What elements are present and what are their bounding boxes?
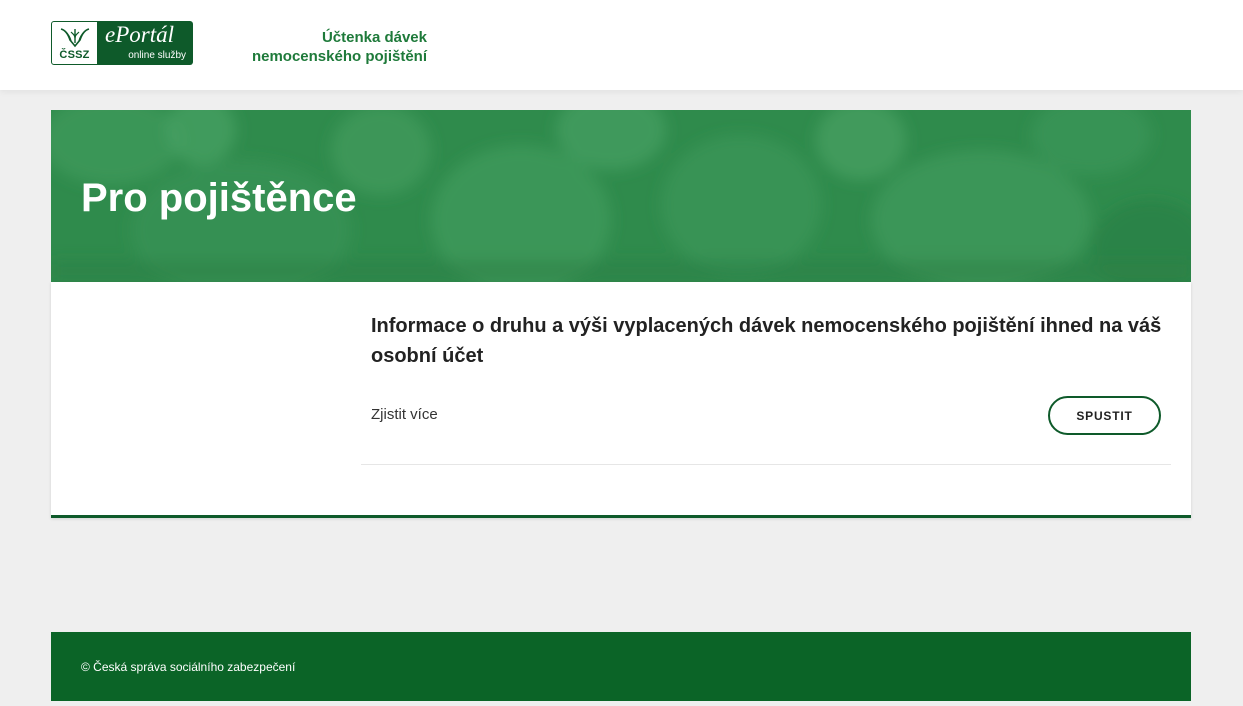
- run-button[interactable]: SPUSTIT: [1048, 396, 1161, 435]
- eportal-logo: ePortál online služby: [98, 21, 193, 65]
- logo-org-abbr: ČSSZ: [59, 49, 90, 61]
- logo-portal-name: ePortál: [105, 22, 174, 47]
- app-title-line1: Účtenka dávek: [321, 29, 427, 46]
- service-card: Informace o druhu a výši vyplacených dáv…: [51, 282, 1191, 518]
- logo-portal-sub: online služby: [128, 50, 186, 61]
- app-title: Účtenka dávek nemocenského pojištění: [236, 28, 427, 66]
- card-divider: [361, 464, 1171, 465]
- hero-title: Pro pojištěnce: [81, 176, 357, 220]
- hero-banner: Pro pojištěnce: [51, 110, 1191, 282]
- eportal-logo-link[interactable]: ČSSZ ePortál online služby: [51, 21, 193, 65]
- learn-more-link[interactable]: Zjistit více: [371, 406, 438, 423]
- site-header: ČSSZ ePortál online služby Účtenka dávek…: [0, 0, 1243, 90]
- service-title: Informace o druhu a výši vyplacených dáv…: [371, 315, 1162, 367]
- site-footer: © Česká správa sociálního zabezpečení: [51, 632, 1191, 701]
- app-title-line2: nemocenského pojištění: [251, 48, 427, 65]
- cssz-logo: ČSSZ: [51, 21, 98, 65]
- footer-copyright: © Česká správa sociálního zabezpečení: [81, 660, 296, 674]
- cssz-emblem-icon: [60, 28, 90, 48]
